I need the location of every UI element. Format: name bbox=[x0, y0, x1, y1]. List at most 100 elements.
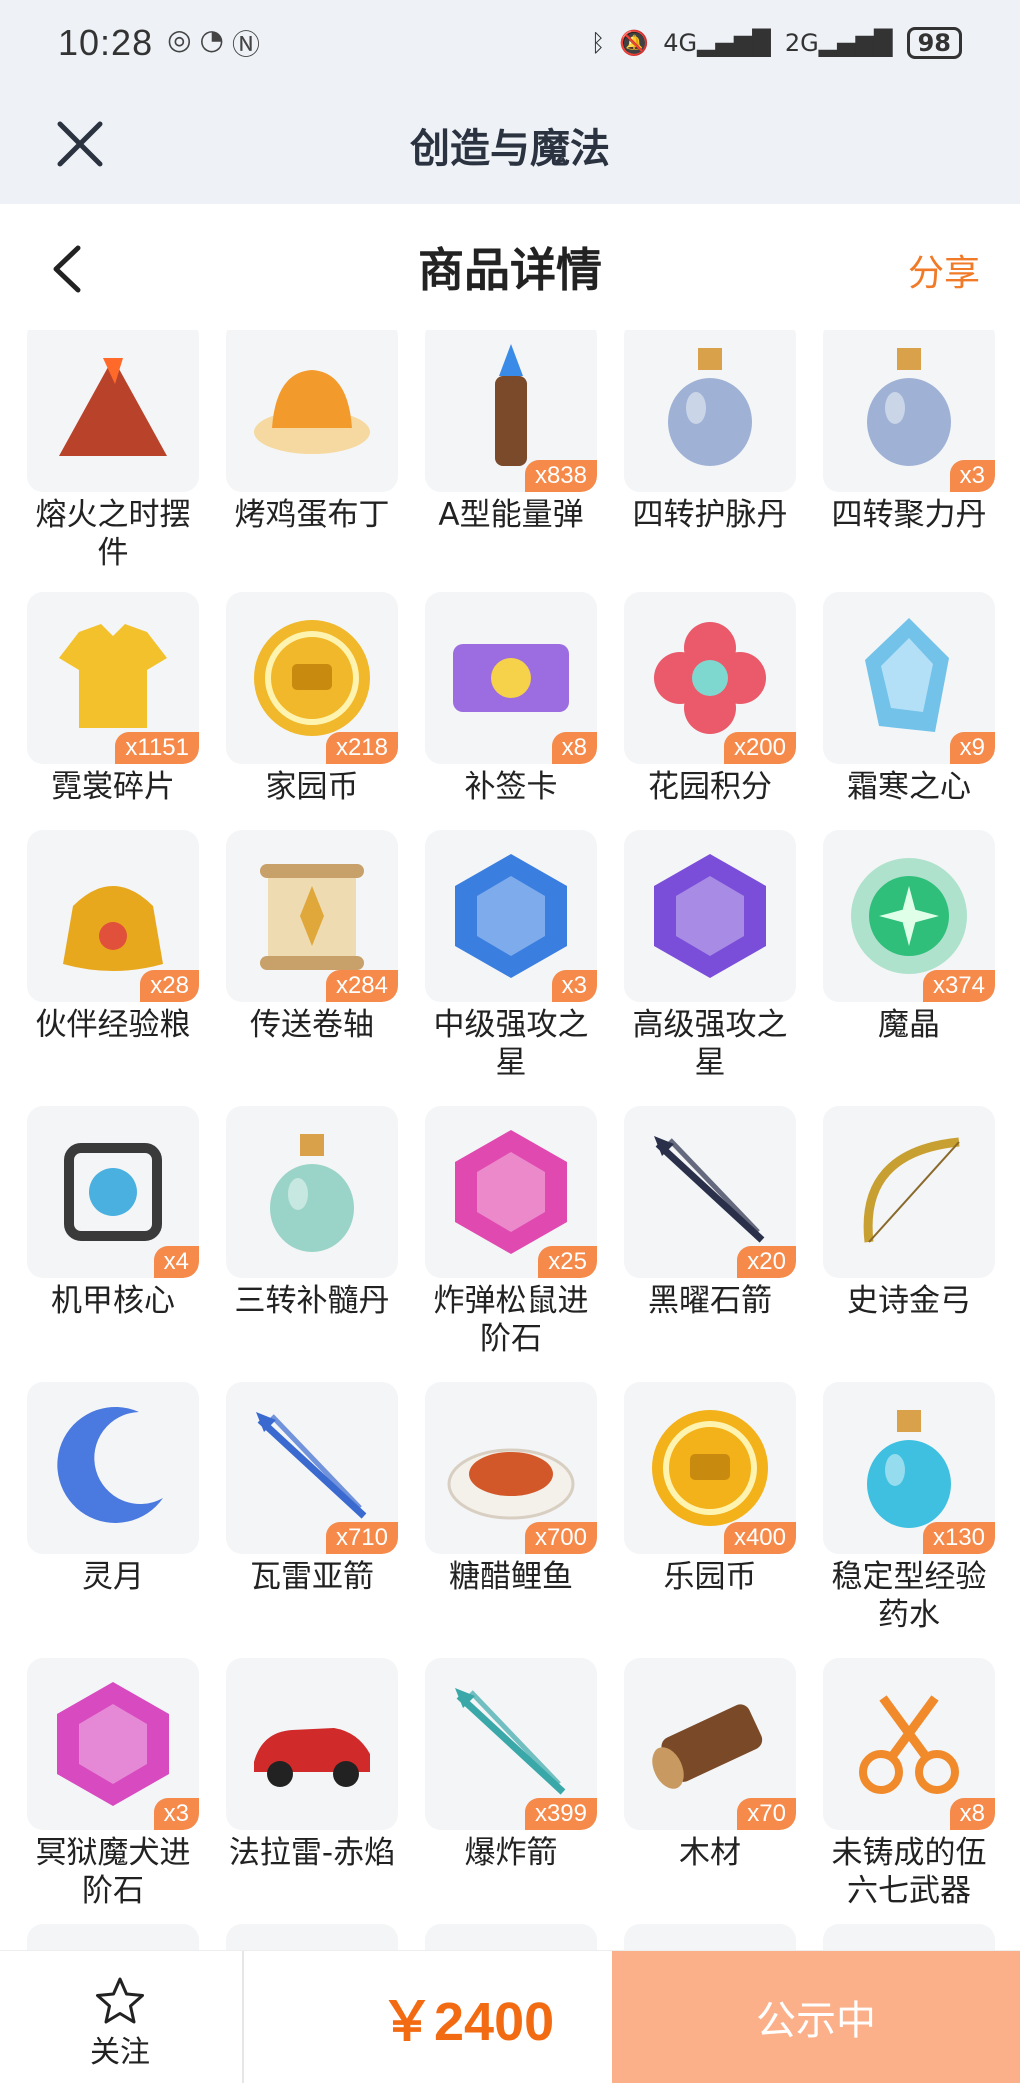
item-name: 灵月 bbox=[82, 1559, 144, 1595]
item-card[interactable]: x3 四转聚力丹 bbox=[796, 330, 996, 570]
item-card[interactable]: x218 家园币 bbox=[199, 592, 399, 842]
quantity-badge: x4 bbox=[153, 1246, 199, 1278]
item-card[interactable]: 史诗金弓 bbox=[796, 1106, 996, 1356]
item-thumbnail: x28 bbox=[27, 830, 199, 1002]
item-thumbnail: x838 bbox=[425, 330, 597, 492]
item-card[interactable]: x8 补签卡 bbox=[398, 592, 598, 842]
item-card[interactable]: x25 炸弹松鼠进阶石 bbox=[398, 1106, 598, 1357]
log-icon bbox=[652, 1704, 763, 1789]
item-name: 法拉雷-赤焰 bbox=[228, 1835, 396, 1871]
item-card[interactable]: x700 糖醋鲤鱼 bbox=[398, 1382, 598, 1632]
item-card[interactable]: x28 伙伴经验粮 bbox=[0, 830, 200, 1080]
item-card[interactable]: x9 霜寒之心 bbox=[796, 592, 996, 842]
item-name: 瓦雷亚箭 bbox=[250, 1559, 374, 1595]
item-card[interactable]: x4 机甲核心 bbox=[0, 1106, 200, 1356]
status-left-icons: ◎ ◔ Ⓝ bbox=[167, 23, 260, 63]
bluetooth-icon: ᛒ bbox=[590, 29, 606, 57]
share-button[interactable]: 分享 bbox=[908, 244, 980, 296]
item-card[interactable]: 四转护脉丹 bbox=[597, 330, 797, 570]
quantity-badge: x70 bbox=[737, 1798, 796, 1830]
item-card[interactable]: 熔火之时摆件 bbox=[0, 330, 200, 571]
back-icon[interactable] bbox=[44, 242, 94, 296]
app-title: 创造与魔法 bbox=[410, 126, 610, 172]
item-name: 霓裳碎片 bbox=[51, 769, 175, 805]
potion-bottle-icon bbox=[867, 348, 951, 466]
item-thumbnail: x4 bbox=[27, 1106, 199, 1278]
item-card[interactable]: 灵月 bbox=[0, 1382, 200, 1632]
item-name: 三转补髓丹 bbox=[234, 1283, 390, 1319]
shirt-icon bbox=[59, 624, 167, 728]
follow-button[interactable]: 关注 bbox=[60, 1975, 180, 2071]
item-name: 机甲核心 bbox=[51, 1283, 175, 1319]
arrow-icon bbox=[654, 1136, 765, 1243]
status-time: 10:28 bbox=[58, 22, 154, 63]
item-card[interactable]: x3 冥狱魔犬进阶石 bbox=[0, 1658, 200, 1909]
bottom-bar: 关注 ￥2400 公示中 bbox=[0, 1950, 1020, 2083]
item-name: 四转护脉丹 bbox=[632, 497, 788, 533]
item-thumbnail: x20 bbox=[624, 1106, 796, 1278]
app-header: 创造与魔法 bbox=[0, 86, 1020, 204]
speed-icon: ◔ bbox=[199, 23, 224, 56]
signal-4g-icon: 4G▂▄▆█ bbox=[663, 29, 771, 57]
item-thumbnail bbox=[823, 1106, 995, 1278]
ice-crystal-icon bbox=[865, 618, 949, 732]
mech-core-icon bbox=[64, 1143, 162, 1241]
blue-gem-icon bbox=[455, 854, 567, 978]
item-card[interactable]: x8 未铸成的伍六七武器 bbox=[796, 1658, 996, 1909]
ticket-icon bbox=[453, 644, 569, 712]
bow-icon bbox=[863, 1137, 960, 1243]
status-right: ᛒ 🔕 4G▂▄▆█ 2G▂▄▆█ 98 bbox=[591, 27, 962, 59]
potion-bottle-icon bbox=[668, 348, 752, 466]
item-card[interactable]: x130 稳定型经验药水 bbox=[796, 1382, 996, 1633]
item-thumbnail: x710 bbox=[226, 1382, 398, 1554]
item-thumbnail: x3 bbox=[425, 830, 597, 1002]
item-card[interactable]: x284 传送卷轴 bbox=[199, 830, 399, 1080]
quantity-badge: x374 bbox=[922, 970, 995, 1002]
item-card[interactable]: x838 A型能量弹 bbox=[398, 330, 598, 570]
price: ￥2400 bbox=[380, 1992, 555, 2052]
item-thumbnail bbox=[27, 1924, 199, 1950]
quantity-badge: x1151 bbox=[115, 732, 199, 764]
flower-icon bbox=[654, 622, 766, 734]
item-name: 烤鸡蛋布丁 bbox=[234, 497, 390, 533]
battery-indicator: 98 bbox=[906, 27, 962, 59]
coin-icon bbox=[254, 620, 370, 736]
item-name: 补签卡 bbox=[464, 769, 558, 805]
quantity-badge: x28 bbox=[140, 970, 199, 1002]
item-card[interactable]: 法拉雷-赤焰 bbox=[199, 1658, 399, 1908]
item-grid: 熔火之时摆件 烤鸡蛋布丁 x838 A型能量弹 四转护脉丹 x3 四转聚力丹 x1151 霓裳碎… bbox=[0, 330, 1020, 1950]
item-name: 家园币 bbox=[265, 769, 359, 805]
item-card[interactable]: 三转补髓丹 bbox=[199, 1106, 399, 1356]
item-name: 伙伴经验粮 bbox=[35, 1007, 191, 1043]
item-card[interactable]: x710 瓦雷亚箭 bbox=[199, 1382, 399, 1632]
item-card[interactable]: x3 中级强攻之星 bbox=[398, 830, 598, 1081]
item-card[interactable]: x20 黑曜石箭 bbox=[597, 1106, 797, 1356]
item-card[interactable]: x1151 霓裳碎片 bbox=[0, 592, 200, 842]
item-name: 史诗金弓 bbox=[847, 1283, 971, 1319]
item-card[interactable]: x374 魔晶 bbox=[796, 830, 996, 1080]
nfc-icon: Ⓝ bbox=[231, 28, 260, 61]
item-card[interactable]: x399 爆炸箭 bbox=[398, 1658, 598, 1908]
item-thumbnail: x374 bbox=[823, 830, 995, 1002]
item-thumbnail: x218 bbox=[226, 592, 398, 764]
close-icon[interactable] bbox=[52, 116, 108, 172]
quantity-badge: x710 bbox=[325, 1522, 398, 1554]
item-name: 黑曜石箭 bbox=[648, 1283, 772, 1319]
item-name: A型能量弹 bbox=[438, 497, 584, 533]
car-icon bbox=[254, 1728, 370, 1787]
item-thumbnail: x399 bbox=[425, 1658, 597, 1830]
item-card[interactable]: 烤鸡蛋布丁 bbox=[199, 330, 399, 570]
item-thumbnail bbox=[624, 830, 796, 1002]
item-name: 四转聚力丹 bbox=[831, 497, 987, 533]
public-status-button[interactable]: 公示中 bbox=[612, 1951, 1020, 2083]
quantity-badge: x8 bbox=[551, 732, 597, 764]
item-card[interactable]: x70 木材 bbox=[597, 1658, 797, 1908]
item-card[interactable]: x200 花园积分 bbox=[597, 592, 797, 842]
quantity-badge: x400 bbox=[723, 1522, 796, 1554]
quantity-badge: x218 bbox=[325, 732, 398, 764]
item-card[interactable]: 高级强攻之星 bbox=[597, 830, 797, 1081]
purple-gem-icon bbox=[654, 854, 766, 978]
quantity-badge: x20 bbox=[737, 1246, 796, 1278]
item-card[interactable]: x400 乐园币 bbox=[597, 1382, 797, 1632]
item-thumbnail bbox=[226, 1106, 398, 1278]
